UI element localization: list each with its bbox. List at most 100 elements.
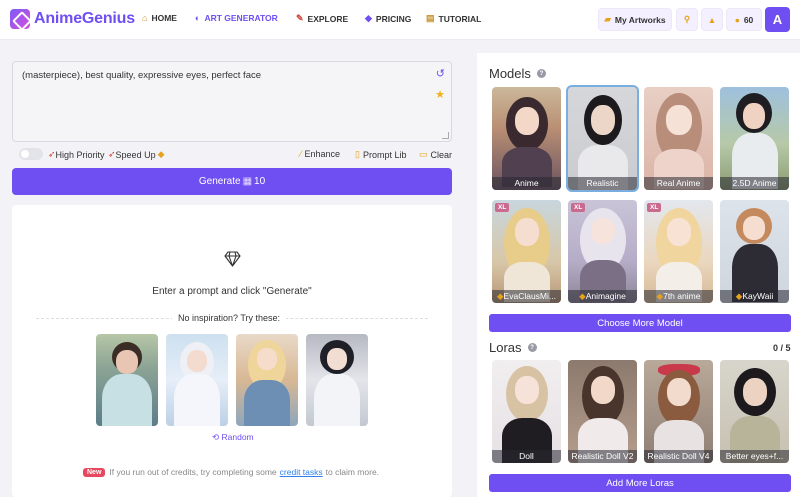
nav-art-generator-label: ART GENERATOR [204,13,278,23]
sample-figure [174,374,220,426]
avatar[interactable]: A [765,7,790,32]
credit-tasks-link[interactable]: credit tasks [280,467,323,477]
resize-handle[interactable] [442,132,449,139]
model-card-kaywaii[interactable]: ◆KayWaii [720,200,789,303]
speed-up-option: ➶ Speed Up ◆ [108,149,165,160]
rocket-icon: ➶ [48,149,56,159]
sample-figure [314,374,360,426]
lora-label: Doll [492,450,561,463]
models-heading: Models ? [489,66,546,81]
prompt-lib-button[interactable]: ▯ Prompt Lib [355,149,406,160]
model-name: KayWaii [742,291,774,301]
model-card-anime[interactable]: Anime [492,87,561,190]
generate-label: Generate [198,176,241,187]
nav-explore[interactable]: ✎ EXPLORE [296,13,348,24]
info-icon[interactable]: ? [527,343,537,352]
xl-badge: XL [647,203,662,212]
sample-figure [116,350,138,374]
coin-icon: ● [734,14,740,25]
models-title: Models [489,66,531,81]
brand-logo[interactable]: AnimeGenius [10,9,135,29]
generate-button[interactable]: Generate ▦ 10 [12,168,452,195]
add-more-loras-button[interactable]: Add More Loras [489,474,791,492]
enhance-button[interactable]: ⁄ Enhance [300,149,340,159]
credit-note: New If you run out of credits, try compl… [83,467,379,477]
model-figure [666,105,692,135]
clear-button[interactable]: ▭ Clear [419,149,452,160]
lora-card-realistic-doll-v4[interactable]: Realistic Doll V4 [644,360,713,463]
lora-card-realistic-doll-v2[interactable]: Realistic Doll V2 [568,360,637,463]
xl-badge: XL [495,203,510,212]
credits-count: 60 [743,14,754,25]
brush-icon: ✎ [296,13,304,23]
top-header: AnimeGenius ⌂ HOME ◐ ART GENERATOR ✎ EXP… [0,0,800,40]
high-priority-toggle[interactable] [19,148,43,160]
model-card-animagine[interactable]: XL ◆Animagine [568,200,637,303]
model-figure [667,218,691,246]
notifications-button[interactable]: ▲ [701,8,723,31]
my-artworks-label: My Artworks [614,14,666,25]
model-card-realistic[interactable]: Realistic [566,85,639,192]
sample-figure [102,374,152,426]
xl-badge: XL [571,203,586,212]
sample-figure [187,350,207,372]
prompt-text[interactable]: (masterpiece), best quality, expressive … [22,70,261,81]
model-card-real-anime[interactable]: Real Anime [644,87,713,190]
choose-more-model-button[interactable]: Choose More Model [489,314,791,332]
my-artworks-button[interactable]: ▰ My Artworks [598,8,672,31]
empty-state-message: Enter a prompt and click "Generate" [152,286,312,297]
sample-figure [257,348,277,370]
lora-figure [743,378,767,406]
info-icon[interactable]: ? [536,69,546,78]
model-label: ◆KayWaii [720,290,789,303]
diamond-icon: ◆ [157,149,165,159]
nav-home[interactable]: ⌂ HOME [142,13,177,23]
clear-label: Clear [430,149,453,160]
model-figure [515,218,539,246]
bell-icon: ▲ [707,14,717,25]
model-figure [743,216,765,240]
model-card-7th-anime[interactable]: XL ◆7th anime [644,200,713,303]
history-icon[interactable]: ↺ [436,67,445,80]
nav-pricing[interactable]: ◆ PRICING [365,13,411,24]
high-priority-label: High Priority [55,149,105,160]
folder-icon: ▰ [604,14,611,24]
nav-tutorial[interactable]: ▤ TUTORIAL [426,13,481,24]
eraser-icon: ▭ [419,149,428,159]
no-inspiration-heading: No inspiration? Try these: [172,313,287,323]
loras-heading: Loras ? [489,340,537,355]
prompt-input[interactable]: (masterpiece), best quality, expressive … [12,61,452,142]
random-button[interactable]: ⟲ Random [212,432,254,443]
lora-card-doll[interactable]: Doll [492,360,561,463]
palette-icon: ◐ [195,13,201,23]
sample-image[interactable] [236,334,298,426]
lora-card-better-eyes[interactable]: Better eyes+f... [720,360,789,463]
brand-name: AnimeGenius [34,10,135,27]
model-figure [743,103,765,129]
book-icon: ▯ [355,149,360,159]
loras-title: Loras [489,340,522,355]
nav-home-label: HOME [151,13,177,23]
model-name: 7th anime [663,291,701,301]
model-figure [591,218,615,244]
favorite-star-icon[interactable]: ★ [435,88,445,101]
speed-up-label: Speed Up [115,149,156,160]
lora-figure [515,376,539,404]
model-card-evaclausmi[interactable]: XL ◆EvaClausMi... [492,200,561,303]
nav-explore-label: EXPLORE [307,13,349,24]
sample-image[interactable] [166,334,228,426]
model-label: Anime [492,177,561,190]
credit-note-text-end: to claim more. [325,467,380,477]
book-icon: ▤ [426,13,435,23]
sample-figure [327,348,347,370]
diamond-icon [224,251,241,267]
model-card-2-5d-anime[interactable]: 2.5D Anime [720,87,789,190]
sample-image[interactable] [306,334,368,426]
nav-art-generator[interactable]: ◐ ART GENERATOR [195,13,278,23]
credits-button[interactable]: ● 60 [726,8,762,31]
model-name: Animagine [585,291,626,301]
sample-image[interactable] [96,334,158,426]
lora-label: Better eyes+f... [720,450,789,463]
enhance-label: Enhance [304,149,341,159]
search-button[interactable]: ⚲ [676,8,698,31]
